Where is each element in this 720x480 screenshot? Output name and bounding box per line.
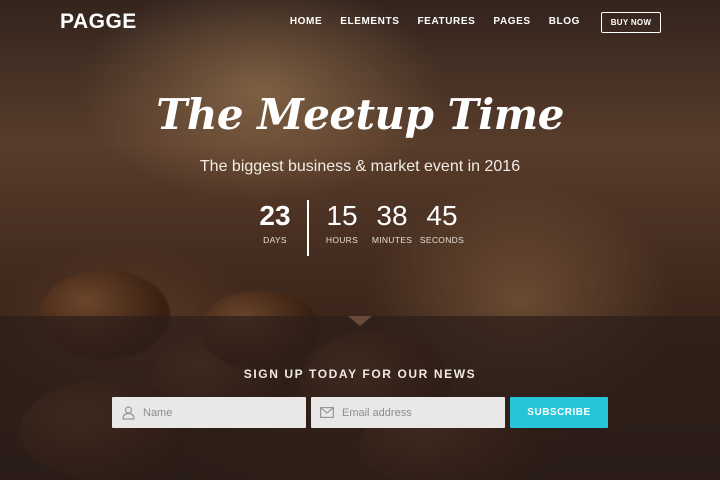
countdown-hours-label: HOURS: [325, 235, 359, 245]
nav-item-home[interactable]: HOME: [290, 16, 322, 27]
countdown-hours: 15 HOURS: [317, 200, 367, 256]
countdown-hours-value: 15: [326, 200, 358, 231]
nav-item-elements[interactable]: ELEMENTS: [340, 16, 399, 27]
hero-title: The Meetup Time: [156, 90, 564, 139]
navbar: PAGGE HOME ELEMENTS FEATURES PAGES BLOG …: [0, 0, 720, 46]
signup-form: Name Email address SUBSCRIBE: [112, 397, 608, 428]
countdown-minutes-value: 38: [376, 200, 408, 231]
countdown-seconds-value: 45: [426, 200, 458, 231]
countdown-divider: [307, 200, 309, 256]
site-logo[interactable]: PAGGE: [60, 10, 137, 34]
countdown-minutes: 38 MINUTES: [367, 200, 417, 256]
buy-now-button[interactable]: BUY NOW: [601, 12, 661, 33]
nav-item-features[interactable]: FEATURES: [417, 16, 475, 27]
signup-heading: SIGN UP TODAY FOR OUR NEWS: [243, 367, 477, 381]
section-notch: [348, 316, 372, 326]
name-field-placeholder: Name: [143, 406, 173, 419]
main-nav: HOME ELEMENTS FEATURES PAGES BLOG: [272, 16, 580, 27]
countdown-timer: 23 DAYS 15 HOURS 38 MINUTES 45 SECONDS: [0, 200, 720, 256]
countdown-seconds-label: SECONDS: [419, 235, 465, 245]
countdown-days-label: DAYS: [263, 235, 287, 245]
hero-subtitle: The biggest business & market event in 2…: [199, 158, 521, 175]
email-field[interactable]: Email address: [311, 397, 505, 428]
countdown-minutes-label: MINUTES: [371, 235, 413, 245]
subscribe-button[interactable]: SUBSCRIBE: [510, 397, 608, 428]
countdown-seconds: 45 SECONDS: [417, 200, 467, 256]
name-field[interactable]: Name: [112, 397, 306, 428]
countdown-days-value: 23: [259, 200, 291, 231]
envelope-icon: [320, 406, 334, 420]
nav-item-pages[interactable]: PAGES: [493, 16, 530, 27]
email-field-placeholder: Email address: [342, 406, 412, 419]
countdown-days: 23 DAYS: [253, 200, 297, 256]
nav-item-blog[interactable]: BLOG: [549, 16, 580, 27]
user-icon: [121, 405, 135, 420]
